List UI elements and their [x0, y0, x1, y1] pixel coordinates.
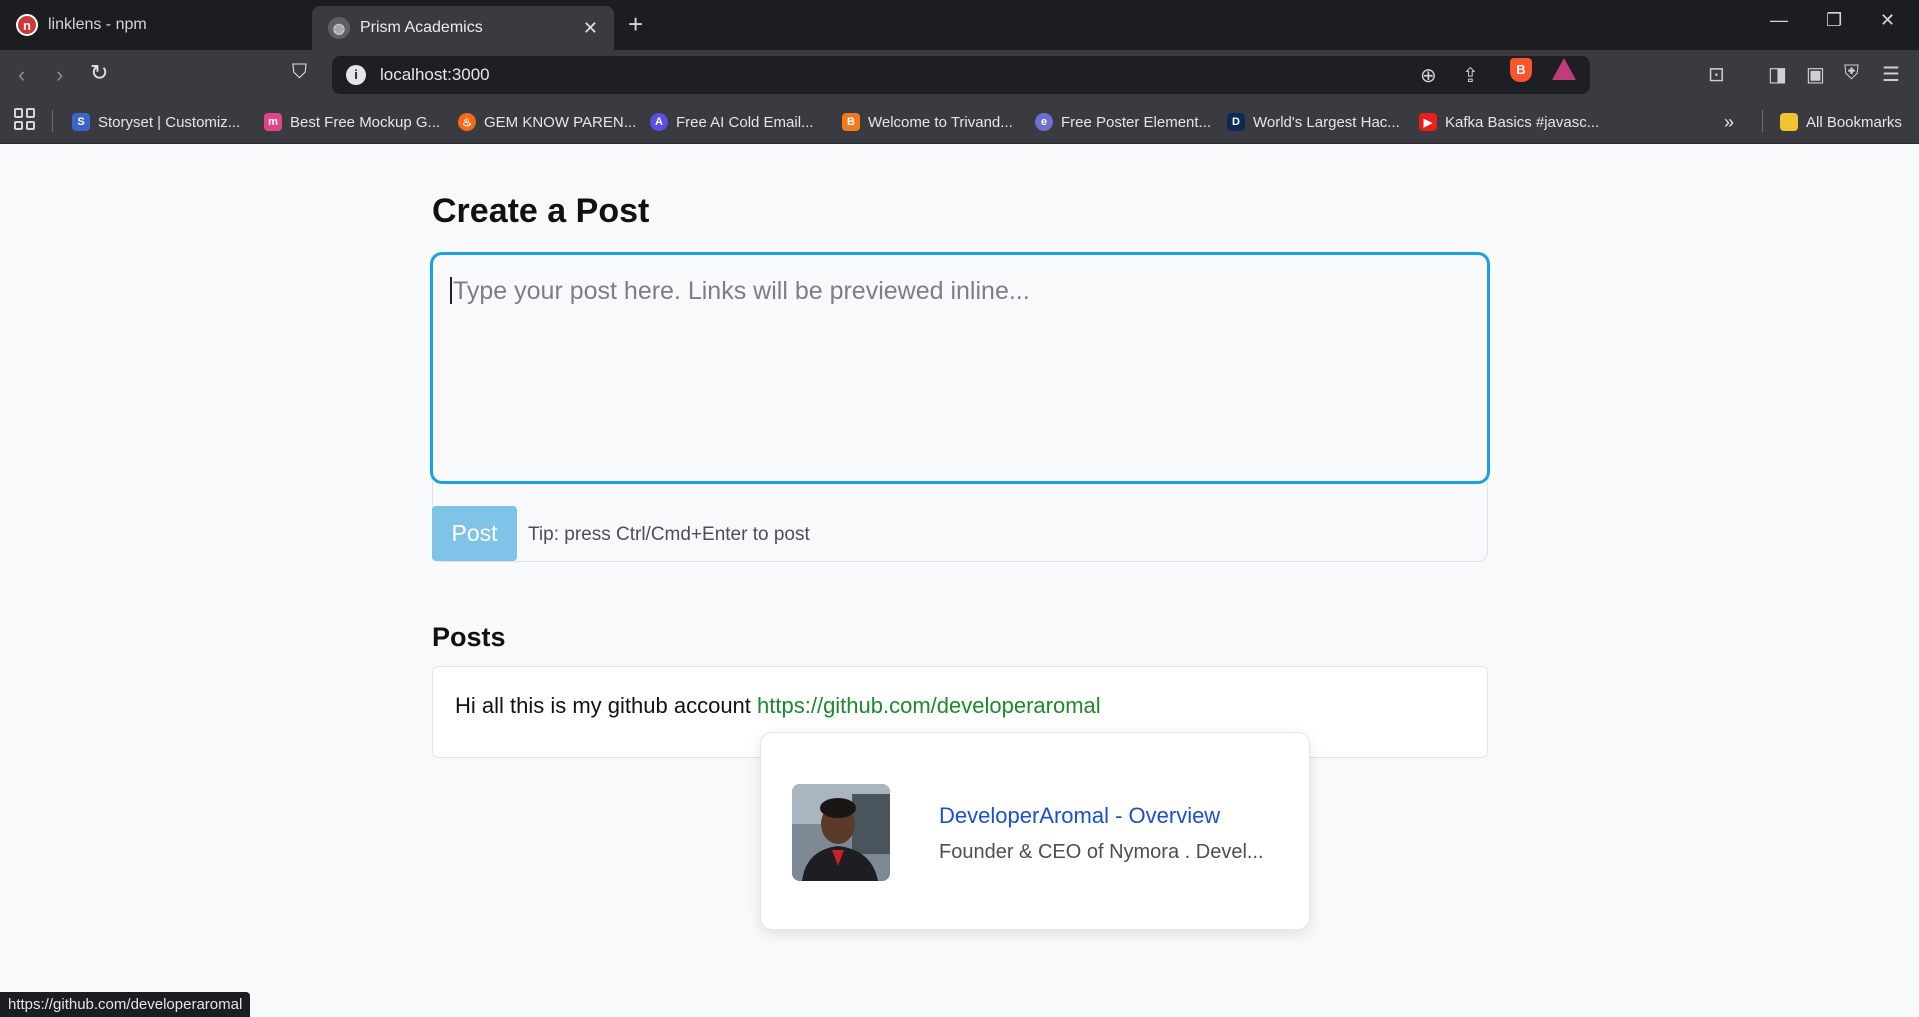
bookmarks-bar: S Storyset | Customiz... m Best Free Moc…	[0, 100, 1919, 144]
bookmark-cold-email[interactable]: A Free AI Cold Email...	[650, 110, 814, 134]
zoom-icon[interactable]: ⊕	[1420, 63, 1437, 88]
wallet-icon[interactable]: ▣	[1806, 62, 1825, 87]
bookmark-storyset[interactable]: S Storyset | Customiz...	[72, 110, 240, 134]
all-bookmarks-label: All Bookmarks	[1806, 113, 1902, 131]
share-icon[interactable]: ⇪	[1462, 63, 1479, 88]
bookmark-poster[interactable]: e Free Poster Element...	[1035, 110, 1211, 134]
tab-title: Prism Academics	[360, 19, 483, 36]
preview-title[interactable]: DeveloperAromal - Overview	[939, 803, 1220, 829]
site-info-icon[interactable]: i	[346, 65, 366, 85]
text-caret	[450, 277, 452, 304]
post-link[interactable]: https://github.com/developeraromal	[757, 693, 1101, 718]
all-bookmarks-folder[interactable]: All Bookmarks	[1780, 110, 1902, 134]
restore-icon[interactable]: ❐	[1826, 10, 1842, 31]
bookmark-label: Storyset | Customiz...	[98, 113, 241, 131]
keyboard-tip: Tip: press Ctrl/Cmd+Enter to post	[528, 524, 810, 545]
bookmarks-divider	[1762, 110, 1763, 132]
bookmark-label: World's Largest Hac...	[1253, 113, 1400, 131]
bookmark-label: Free Poster Element...	[1061, 113, 1212, 131]
bookmark-label: GEM KNOW PAREN...	[484, 113, 637, 131]
posts-heading: Posts	[432, 622, 506, 652]
bookmark-label: Best Free Mockup G...	[290, 113, 441, 131]
bookmark-kafka[interactable]: ▶ Kafka Basics #javasc...	[1419, 110, 1599, 134]
post-body: Hi all this is my github account	[455, 693, 758, 718]
address-bar[interactable]: i localhost:3000 ⊕ ⇪	[332, 56, 1590, 94]
status-bar-url: https://github.com/developeraromal	[0, 992, 251, 1017]
post-button[interactable]: Post	[432, 506, 517, 561]
bookmark-label: Kafka Basics #javasc...	[1445, 113, 1600, 131]
bookmark-mockup[interactable]: m Best Free Mockup G...	[264, 110, 440, 134]
mockup-icon: m	[264, 113, 282, 131]
close-tab-icon[interactable]: ✕	[583, 18, 598, 39]
link-preview-card[interactable]: DeveloperAromal - Overview Founder & CEO…	[760, 732, 1310, 930]
bookmark-label: Free AI Cold Email...	[676, 113, 814, 131]
blogger-icon: B	[842, 113, 860, 131]
brave-rewards-icon[interactable]	[1552, 58, 1576, 80]
reload-icon[interactable]: ↻	[90, 60, 108, 86]
apps-icon[interactable]	[14, 108, 36, 130]
reader-mode-icon[interactable]: ⊡	[1708, 62, 1725, 87]
post-textarea[interactable]: Type your post here. Links will be previ…	[430, 252, 1490, 484]
post-text: Hi all this is my github account https:/…	[455, 693, 1101, 719]
back-icon[interactable]: ‹	[18, 62, 25, 88]
storyset-icon: S	[72, 113, 90, 131]
toolbar: ‹ › ↻ ⛉ i localhost:3000 ⊕ ⇪ B	[0, 50, 1919, 100]
tab-prism-academics[interactable]: ◍ Prism Academics ✕	[312, 6, 614, 50]
more-bookmarks-icon[interactable]: »	[1724, 110, 1734, 134]
window-close-icon[interactable]: ✕	[1880, 10, 1895, 31]
menu-icon[interactable]: ☰	[1882, 62, 1900, 87]
folder-icon	[1780, 113, 1798, 131]
tab-title: linklens - npm	[48, 16, 147, 33]
preview-description: Founder & CEO of Nymora . Devel...	[939, 841, 1264, 863]
cold-email-icon: A	[650, 113, 668, 131]
forward-icon[interactable]: ›	[56, 62, 63, 88]
tab-bar: n linklens - npm ◍ Prism Academics ✕ + —…	[0, 0, 1919, 50]
poster-icon: e	[1035, 113, 1053, 131]
sidebar-icon[interactable]: ◨	[1768, 62, 1787, 87]
bookmark-gem[interactable]: ♨ GEM KNOW PAREN...	[458, 110, 636, 134]
bookmarks-divider	[52, 110, 53, 132]
flame-icon: ♨	[458, 113, 476, 131]
new-tab-button[interactable]: +	[628, 9, 643, 40]
youtube-icon: ▶	[1419, 113, 1437, 131]
brave-shields-icon[interactable]: B	[1510, 58, 1532, 82]
minimize-icon[interactable]: —	[1770, 10, 1788, 31]
bookmark-hackathon[interactable]: D World's Largest Hac...	[1227, 110, 1400, 134]
bookmark-page-icon[interactable]: ⛉	[292, 61, 307, 84]
bookmark-label: Welcome to Trivand...	[868, 113, 1013, 131]
vpn-icon[interactable]: ⛨	[1844, 62, 1859, 85]
tab-linklens-npm[interactable]: n linklens - npm	[0, 6, 310, 44]
address-url[interactable]: localhost:3000	[380, 65, 490, 85]
globe-icon: ◍	[328, 17, 350, 39]
devpost-icon: D	[1227, 113, 1245, 131]
page-title: Create a Post	[432, 192, 650, 230]
post-textarea-placeholder: Type your post here. Links will be previ…	[453, 277, 1030, 305]
avatar	[792, 784, 890, 881]
npm-icon: n	[16, 14, 38, 36]
bookmark-trivandrum[interactable]: B Welcome to Trivand...	[842, 110, 1013, 134]
